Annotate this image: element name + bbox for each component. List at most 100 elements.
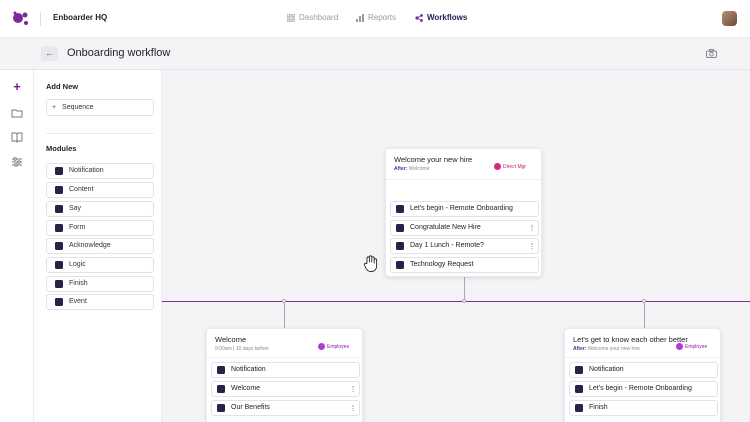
row-label: Our Benefits [231, 404, 270, 411]
connector-node[interactable] [282, 299, 286, 303]
module-row[interactable]: Let's begin - Remote Onboarding [569, 381, 718, 397]
camera-icon[interactable] [706, 49, 717, 58]
module-label: Acknowledge [69, 242, 111, 249]
checkbox-icon [55, 280, 63, 288]
connector-line [464, 277, 465, 301]
card-title: Welcome [215, 335, 247, 344]
after-label: After: [394, 166, 408, 172]
panel-divider [46, 133, 154, 134]
speech-icon [396, 242, 404, 250]
person-icon [318, 343, 325, 350]
document-icon [575, 385, 583, 393]
module-row[interactable]: Technology Request [390, 257, 539, 273]
module-form[interactable]: Form [46, 220, 154, 236]
bar-chart-icon [356, 13, 364, 22]
document-icon [55, 186, 63, 194]
checkbox-icon [396, 261, 404, 269]
card-title: Let's get to know each other better [573, 335, 688, 344]
hand-cursor-icon [363, 255, 378, 272]
connector-node[interactable] [462, 299, 466, 303]
sliders-icon[interactable] [11, 156, 23, 168]
row-label: Congratulate New Hire [410, 224, 481, 231]
form-icon [55, 224, 63, 232]
module-event[interactable]: Event [46, 294, 154, 310]
connector-line [284, 301, 285, 328]
title-bar: ← Onboarding workflow [0, 38, 750, 70]
sequence-label: Sequence [62, 104, 94, 111]
sequence-card-know-each-other[interactable]: Let's get to know each other better Afte… [564, 328, 721, 422]
audience-badge: Employee [318, 343, 349, 350]
event-icon [55, 298, 63, 306]
module-acknowledge[interactable]: Acknowledge [46, 238, 154, 254]
module-row[interactable]: Day 1 Lunch - Remote? [390, 238, 539, 254]
workflow-timeline [162, 301, 750, 302]
card-divider [207, 357, 362, 358]
module-label: Say [69, 205, 82, 212]
module-label: Finish [69, 280, 88, 287]
row-label: Day 1 Lunch - Remote? [410, 242, 484, 249]
row-label: Notification [231, 366, 266, 373]
nav-workflows[interactable]: Workflows [415, 13, 467, 22]
connector-line [644, 301, 645, 328]
module-row[interactable]: Notification [211, 362, 360, 378]
card-divider [386, 179, 541, 180]
plus-icon[interactable]: + [11, 80, 23, 93]
after-label: After: [573, 346, 587, 352]
bell-icon [217, 385, 225, 393]
module-finish[interactable]: Finish [46, 276, 154, 292]
connector-node[interactable] [642, 299, 646, 303]
user-avatar[interactable] [722, 11, 737, 26]
module-row[interactable]: Finish [569, 400, 718, 416]
bell-icon [217, 366, 225, 374]
row-label: Technology Request [410, 261, 474, 268]
module-say[interactable]: Say [46, 201, 154, 217]
row-label: Let's begin - Remote Onboarding [589, 385, 692, 392]
module-label: Event [69, 298, 87, 305]
book-icon[interactable] [11, 131, 23, 143]
module-row[interactable]: Let's begin - Remote Onboarding [390, 201, 539, 217]
module-row[interactable]: Welcome [211, 381, 360, 397]
nav-reports[interactable]: Reports [356, 13, 396, 22]
bell-icon [575, 366, 583, 374]
page-title: Onboarding workflow [67, 47, 171, 59]
speech-icon [396, 224, 404, 232]
card-title: Welcome your new hire [394, 155, 473, 164]
card-after: After: Welcome [394, 166, 429, 172]
speech-icon [217, 404, 225, 412]
checkbox-icon [575, 404, 583, 412]
sequence-card-welcome[interactable]: Welcome 9:00am | 10 days before Employee… [206, 328, 363, 422]
back-button[interactable]: ← [41, 46, 58, 61]
row-label: Let's begin - Remote Onboarding [410, 205, 513, 212]
module-notification[interactable]: Notification [46, 163, 154, 179]
arrow-left-icon: ← [45, 48, 54, 58]
person-icon [676, 343, 683, 350]
module-content[interactable]: Content [46, 182, 154, 198]
enboarder-logo-icon[interactable] [12, 11, 30, 27]
drag-handle-icon[interactable] [531, 243, 533, 249]
grid-icon [287, 13, 295, 22]
audience-badge: Direct Mgr [494, 163, 526, 170]
logic-icon [55, 261, 63, 269]
folder-icon[interactable] [11, 107, 23, 119]
add-sequence-button[interactable]: + Sequence [46, 99, 154, 116]
drag-handle-icon[interactable] [352, 405, 354, 411]
top-bar: Enboarder HQ Dashboard Reports Workflows [0, 0, 750, 38]
card-subtitle: 9:00am | 10 days before [215, 346, 269, 352]
drag-handle-icon[interactable] [352, 386, 354, 392]
module-row[interactable]: Notification [569, 362, 718, 378]
speech-icon [55, 205, 63, 213]
module-logic[interactable]: Logic [46, 257, 154, 273]
module-row[interactable]: Congratulate New Hire [390, 220, 539, 236]
drag-handle-icon[interactable] [531, 225, 533, 231]
document-icon [396, 205, 404, 213]
module-row[interactable]: Our Benefits [211, 400, 360, 416]
plus-icon: + [52, 104, 57, 111]
modules-heading: Modules [46, 144, 77, 153]
after-value: Welcome [408, 166, 430, 172]
nav-dashboard[interactable]: Dashboard [287, 13, 338, 22]
brand-name[interactable]: Enboarder HQ [53, 13, 107, 22]
sequence-card-welcome-hire[interactable]: Welcome your new hire After: Welcome Dir… [385, 148, 542, 277]
header-divider [40, 12, 41, 26]
badge-label: Employee [685, 343, 708, 350]
thumbs-up-icon [55, 242, 63, 250]
